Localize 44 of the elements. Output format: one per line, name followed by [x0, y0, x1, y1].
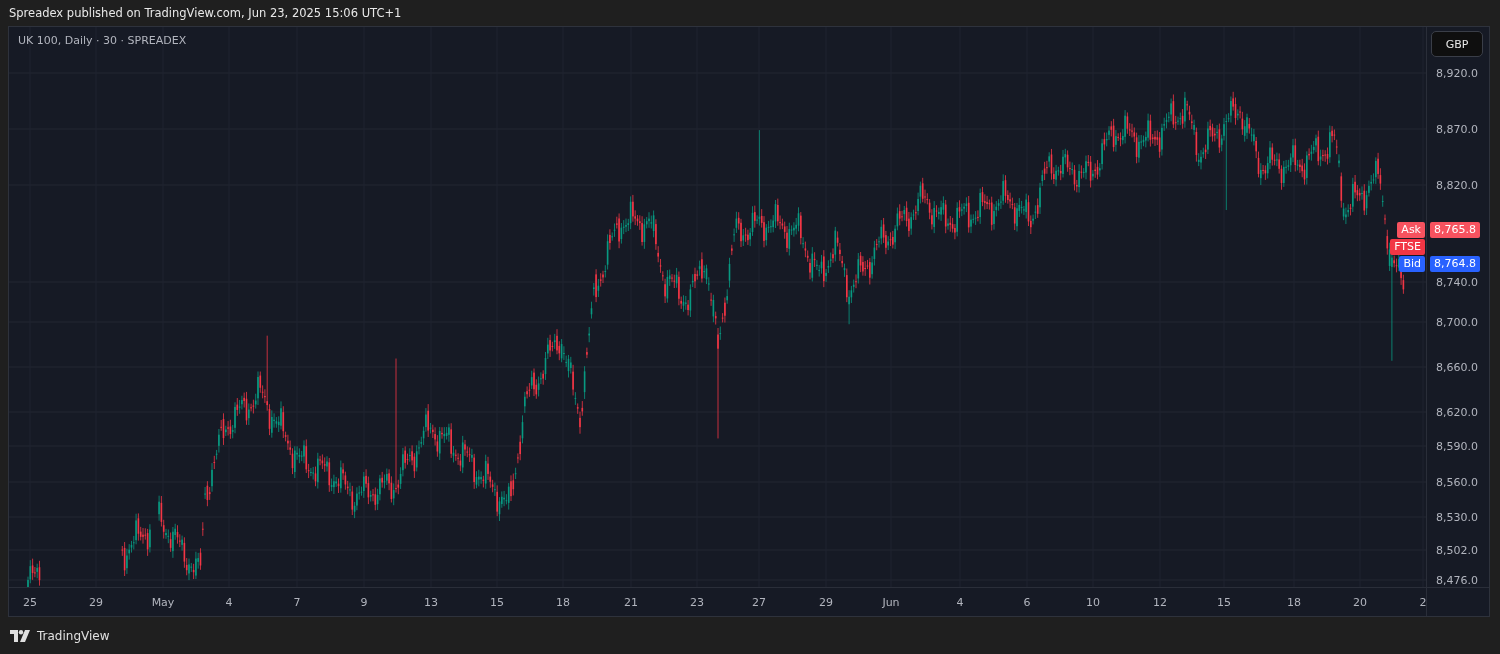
time-axis-label: 4 — [956, 596, 964, 609]
time-axis-label: 15 — [490, 596, 504, 609]
time-axis-label: 9 — [360, 596, 368, 609]
price-axis-label: 8,620.0 — [1436, 405, 1478, 419]
time-axis-label: 29 — [89, 596, 103, 609]
price-axis-label: 8,560.0 — [1436, 475, 1478, 489]
bid-label-tag: Bid — [1399, 256, 1425, 272]
tradingview-logo-icon — [10, 629, 32, 642]
price-axis-label: 8,660.0 — [1436, 360, 1478, 374]
ask-price-tag: 8,765.8 — [1430, 222, 1480, 238]
time-axis-label: 6 — [1023, 596, 1031, 609]
price-axis-label: 8,590.0 — [1436, 439, 1478, 453]
symbol-legend: UK 100, Daily · 30 · SPREADEX — [18, 34, 187, 47]
price-axis-label: 8,700.0 — [1436, 315, 1478, 329]
time-axis-label: 2 — [1419, 596, 1427, 609]
price-axis-label: 8,476.0 — [1436, 573, 1478, 587]
time-axis-label: 12 — [1153, 596, 1167, 609]
symbol-tag: FTSE — [1390, 239, 1425, 255]
time-axis-label: 23 — [690, 596, 704, 609]
time-axis-label: Jun — [882, 596, 900, 609]
brand-name: TradingView — [37, 628, 110, 643]
time-axis-label: 25 — [23, 596, 37, 609]
time-axis-label: May — [151, 596, 175, 609]
price-axis-label: 8,530.0 — [1436, 510, 1478, 524]
published-caption: Spreadex published on TradingView.com, Jun 23, 2025 15:06 UTC+1 — [9, 6, 402, 20]
ask-label-tag: Ask — [1397, 222, 1425, 238]
time-axis-label: 10 — [1086, 596, 1100, 609]
time-axis-label: 18 — [1287, 596, 1301, 609]
currency-button[interactable]: GBP — [1431, 31, 1483, 57]
price-axis-label: 8,820.0 — [1436, 178, 1478, 192]
bid-price-tag: 8,764.8 — [1430, 256, 1480, 272]
time-axis-label: 20 — [1353, 596, 1367, 609]
time-axis-label: 18 — [556, 596, 570, 609]
time-axis-label: 27 — [752, 596, 766, 609]
time-axis-label: 29 — [819, 596, 833, 609]
price-axis-label: 8,502.0 — [1436, 543, 1478, 557]
price-axis-label: 8,920.0 — [1436, 66, 1478, 80]
time-axis-label: 7 — [293, 596, 301, 609]
time-axis-label: 21 — [624, 596, 638, 609]
price-axis-label: 8,870.0 — [1436, 122, 1478, 136]
time-axis-label: 4 — [225, 596, 233, 609]
price-axis-label: 8,740.0 — [1436, 275, 1478, 289]
time-axis-label: 13 — [424, 596, 438, 609]
time-axis-label: 15 — [1217, 596, 1231, 609]
